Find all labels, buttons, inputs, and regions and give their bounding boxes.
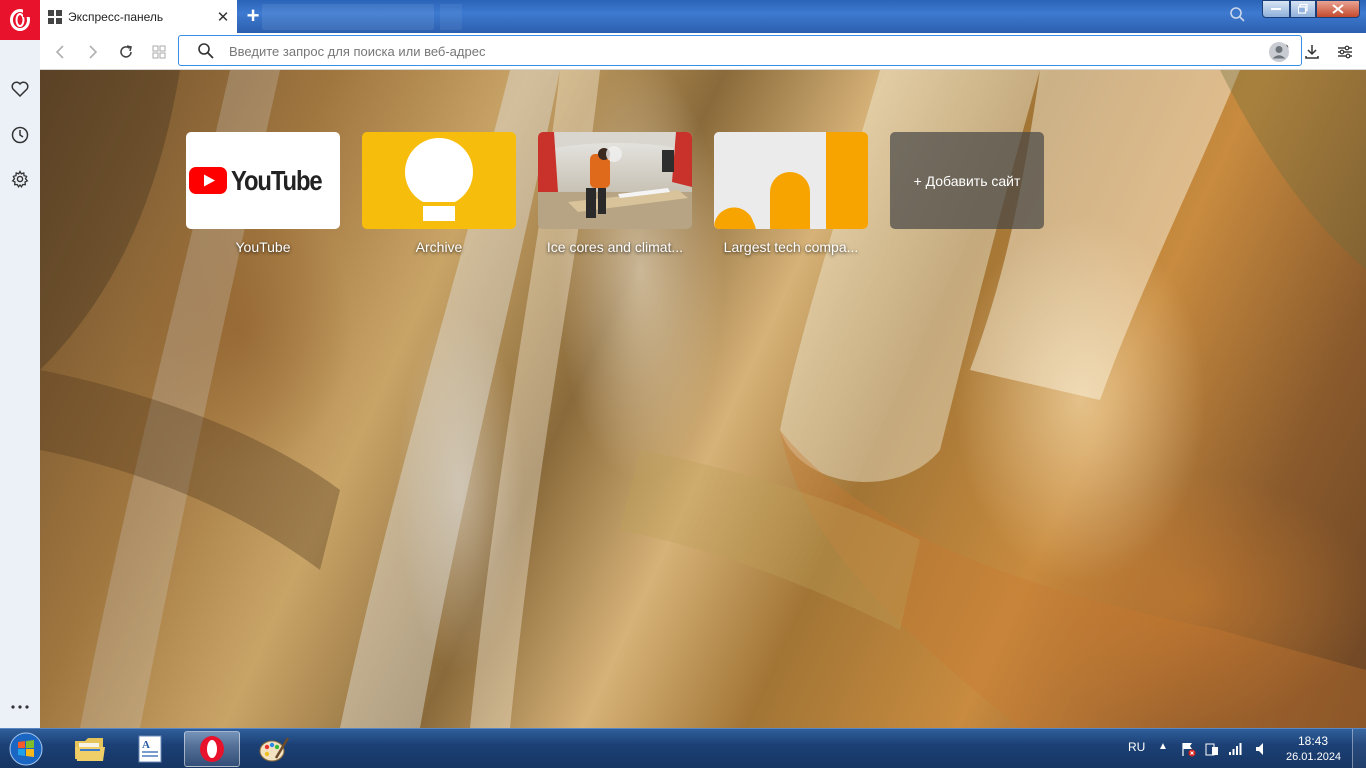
clock-time[interactable]: 18:43 [1298, 734, 1328, 748]
back-button[interactable] [49, 41, 71, 63]
archive-tile[interactable] [362, 132, 516, 229]
speed-dial-ice-cores[interactable]: Ice cores and climat... [538, 132, 692, 255]
speed-dial-label: Archive [415, 239, 463, 255]
devices-icon[interactable] [1204, 741, 1220, 762]
folder-icon [75, 738, 105, 761]
wordpad-icon: A [138, 735, 162, 763]
youtube-logo-text: YouTube [230, 164, 323, 196]
tab-close-icon[interactable]: ✕ [213, 8, 233, 26]
speed-dial-grid-icon [48, 9, 62, 24]
taskbar-explorer[interactable] [62, 731, 118, 767]
address-bar[interactable] [178, 35, 1302, 66]
language-indicator[interactable]: RU [1128, 740, 1145, 754]
opera-icon [200, 736, 224, 762]
easy-setup-icon[interactable] [1334, 41, 1356, 63]
window-controls [1262, 0, 1360, 18]
close-window-button[interactable] [1316, 0, 1360, 18]
opera-menu-button[interactable] [0, 0, 40, 40]
ice-cores-photo [538, 132, 692, 229]
new-tab-button[interactable]: + [240, 2, 266, 30]
more-options-icon[interactable] [9, 696, 31, 718]
start-button[interactable] [4, 730, 48, 768]
taskbar-opera[interactable] [184, 731, 240, 767]
speed-dial-label: Ice cores and climat... [546, 239, 684, 255]
speed-dial-label: YouTube [235, 239, 291, 255]
restore-button[interactable] [1290, 0, 1316, 18]
speed-dial-youtube[interactable]: YouTube YouTube [186, 132, 340, 255]
browser-toolbar [40, 33, 1366, 70]
clock-date[interactable]: 26.01.2024 [1286, 751, 1341, 763]
address-input[interactable] [229, 40, 1189, 62]
volume-icon[interactable] [1254, 741, 1270, 762]
taskbar-wordpad[interactable]: A [122, 731, 178, 767]
speed-dial-archive[interactable]: Archive [362, 132, 516, 255]
tab-search-icon[interactable] [1228, 5, 1248, 25]
tab-title: Экспресс-панель [68, 9, 164, 24]
paint-palette-icon [259, 737, 290, 762]
minimize-button[interactable] [1262, 0, 1290, 18]
profile-avatar[interactable] [1268, 41, 1290, 63]
speed-dial-largest-tech[interactable]: Largest tech compa... [714, 132, 868, 255]
taskbar-paint[interactable] [246, 731, 302, 767]
youtube-tile[interactable]: YouTube [186, 132, 340, 229]
sidebar [0, 40, 40, 728]
svg-text:A: A [142, 739, 150, 751]
windows-logo-icon [9, 732, 43, 766]
search-icon [197, 42, 215, 65]
speed-dial-label: Largest tech compa... [723, 239, 859, 255]
add-site-button[interactable]: + Добавить сайт [890, 132, 1044, 229]
bookmarks-heart-icon[interactable] [9, 78, 31, 100]
settings-gear-icon[interactable] [9, 168, 31, 190]
action-center-flag-icon[interactable] [1180, 741, 1196, 762]
show-desktop-button[interactable] [1352, 729, 1366, 768]
show-hidden-icons-button[interactable]: ▲ [1158, 741, 1168, 752]
tech-chart-icon [714, 132, 868, 229]
largest-tech-thumbnail[interactable] [714, 132, 868, 229]
archive-lightbulb-icon [405, 138, 473, 222]
windows-taskbar: A RU ▲ 18:43 26.01.2024 [0, 728, 1366, 768]
add-site-label: + Добавить сайт [913, 172, 1021, 189]
speed-dial-grid-button[interactable] [148, 41, 170, 63]
opera-logo-icon [10, 9, 31, 31]
background-tab-ghost [262, 4, 434, 30]
youtube-play-icon [188, 167, 227, 194]
forward-button[interactable] [82, 41, 104, 63]
tab-speed-dial[interactable]: Экспресс-панель ✕ [40, 0, 237, 33]
history-clock-icon[interactable] [9, 124, 31, 146]
tab-strip: Экспресс-панель ✕ + [0, 0, 1366, 33]
downloads-icon[interactable] [1301, 41, 1323, 63]
background-tab-ghost-2 [440, 4, 462, 30]
ice-cores-thumbnail[interactable] [538, 132, 692, 229]
speed-dial-add-site[interactable]: + Добавить сайт [890, 132, 1044, 229]
reload-button[interactable] [115, 41, 137, 63]
network-signal-icon[interactable] [1228, 741, 1244, 762]
